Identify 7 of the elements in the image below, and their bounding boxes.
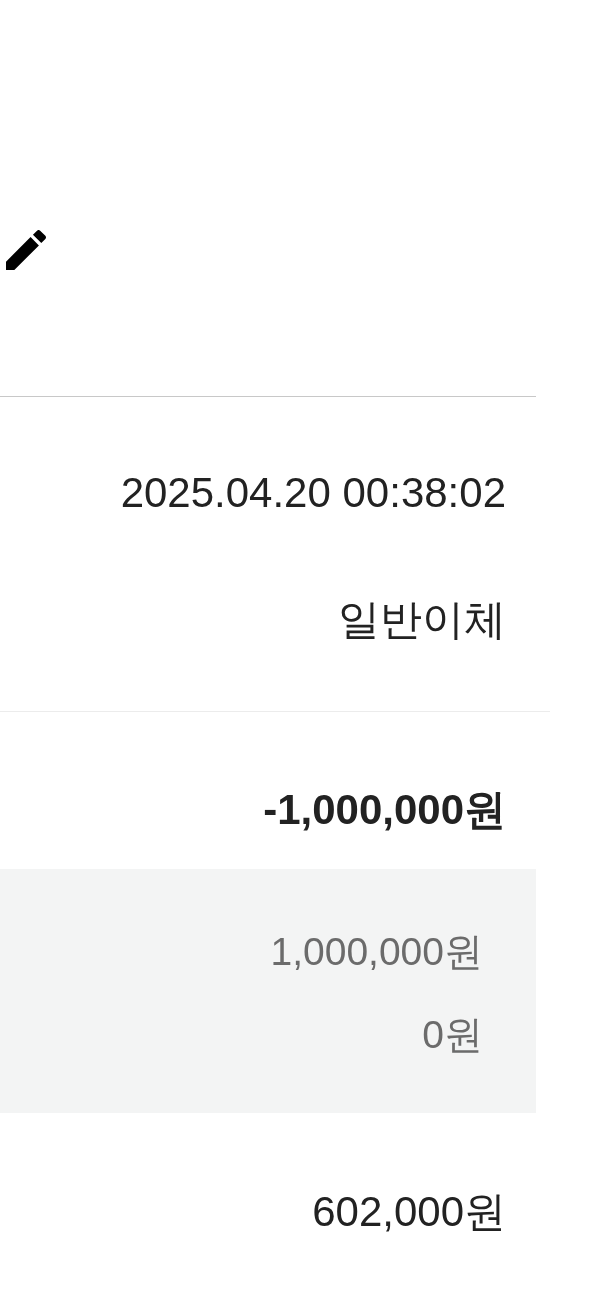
transfer-type-text: 일반이체 bbox=[338, 595, 506, 645]
amount-text: -1,000,000원 bbox=[263, 785, 506, 835]
balance-text: 602,000원 bbox=[312, 1187, 506, 1237]
datetime-text: 2025.04.20 00:38:02 bbox=[120, 468, 506, 518]
breakdown-amount-text: 1,000,000원 bbox=[270, 929, 483, 975]
breakdown-amount-text: 0원 bbox=[422, 1012, 483, 1058]
edit-icon[interactable] bbox=[6, 230, 46, 270]
